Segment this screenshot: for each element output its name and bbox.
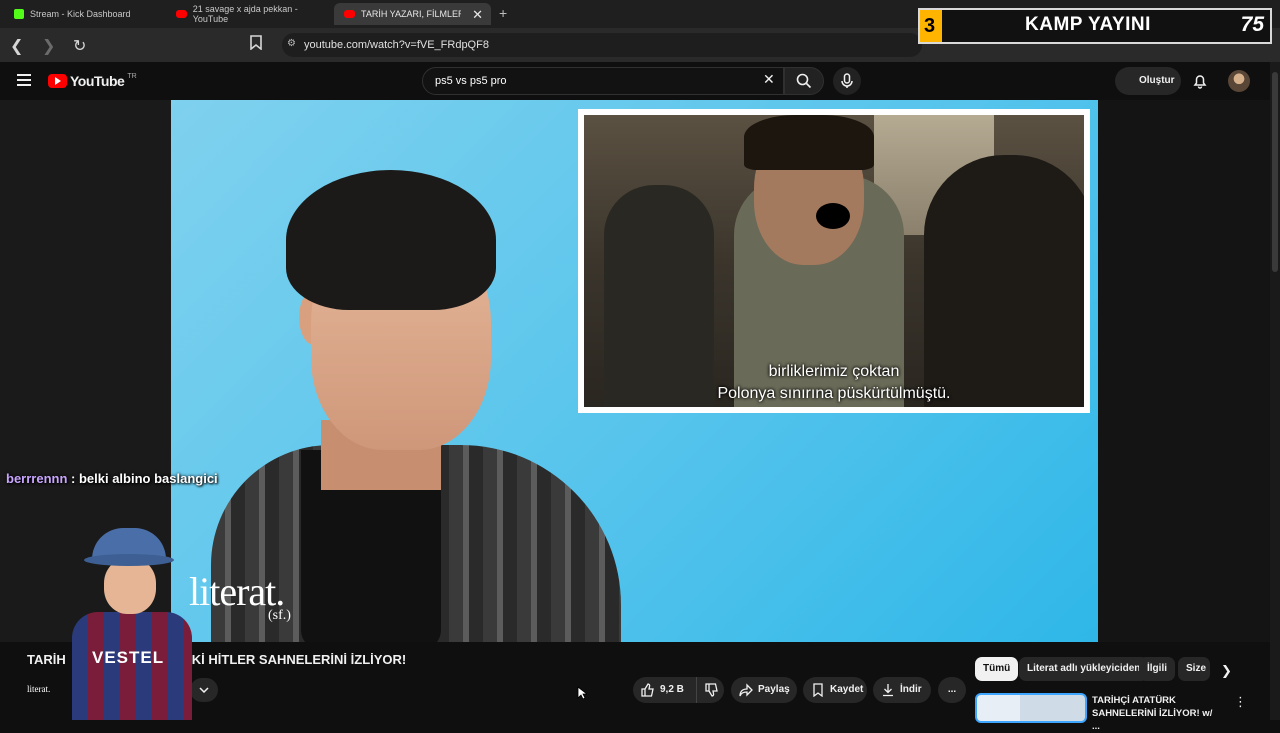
chevron-right-icon[interactable]: ❯	[1221, 663, 1232, 679]
site-info-icon[interactable]: ⚙	[287, 38, 296, 49]
back-icon[interactable]: ❮	[10, 36, 23, 56]
download-label: İndir	[900, 684, 922, 695]
chip-related[interactable]: İlgili	[1139, 657, 1175, 681]
share-button[interactable]: Paylaş	[731, 677, 797, 703]
create-button[interactable]: Oluştur	[1115, 67, 1181, 95]
movie-officer-hair	[744, 115, 874, 170]
subtitle-line-2: Polonya sınırına püskürtülmüştü.	[717, 385, 951, 402]
overlay-title: KAMP YAYINI	[1025, 14, 1151, 35]
chevron-down-icon	[199, 687, 209, 693]
tab-label: TARİH YAZARI, FİLMLERDEK	[361, 9, 461, 19]
reload-icon[interactable]: ↻	[73, 36, 86, 56]
overlay-number: 3	[920, 10, 942, 42]
chip-all[interactable]: Tümü	[975, 657, 1019, 681]
tab-kick-dashboard[interactable]: Stream - Kick Dashboard	[4, 3, 164, 25]
tab-label: Stream - Kick Dashboard	[30, 9, 131, 19]
search-icon	[796, 73, 812, 89]
more-icon: ...	[947, 684, 957, 695]
download-icon	[883, 684, 893, 697]
channel-avatar[interactable]: literat.	[27, 678, 57, 700]
shirt-sponsor-text: VESTEL	[92, 648, 165, 667]
scrollbar-thumb[interactable]	[1272, 72, 1278, 272]
chat-message: berrrennn : belki albino baslangici	[6, 471, 218, 486]
channel-watermark-sub: (sf.)	[268, 608, 291, 623]
video-player[interactable]: literat. (sf.) birliklerimiz çoktan Polo…	[171, 100, 1098, 642]
recommendation-thumbnail[interactable]	[975, 693, 1087, 723]
bookmark-icon[interactable]	[250, 35, 262, 55]
voice-search-button[interactable]	[833, 67, 861, 95]
save-label: Kaydet	[830, 684, 864, 695]
new-tab-button[interactable]: +	[499, 5, 507, 21]
chat-text: : belki albino baslangici	[67, 471, 218, 486]
microphone-icon	[841, 73, 853, 88]
save-button[interactable]: Kaydet	[803, 677, 867, 703]
kid-face	[104, 558, 156, 614]
url-field[interactable]: youtube.com/watch?v=fVE_FRdpQF8	[282, 33, 922, 57]
notifications-bell-icon[interactable]	[1193, 73, 1207, 89]
like-count: 9,2 B	[660, 684, 684, 695]
youtube-icon	[176, 10, 187, 18]
like-button[interactable]: 9,2 B	[633, 677, 696, 703]
youtube-icon	[344, 10, 355, 18]
close-icon[interactable]: ✕	[472, 7, 483, 23]
eyepatch	[816, 203, 850, 229]
tab-current-video[interactable]: TARİH YAZARI, FİLMLERDEK ✕	[334, 3, 491, 25]
chip-for-you[interactable]: Size	[1178, 657, 1210, 681]
youtube-wordmark: YouTube	[70, 73, 125, 89]
video-title-end: Kİ HİTLER SAHNELERİNİ İZLİYOR!	[191, 652, 407, 667]
region-code: TR	[127, 72, 137, 80]
chip-from-uploader[interactable]: Literat adlı yükleyiciden	[1019, 657, 1149, 681]
tab-youtube-music[interactable]: 21 savage x ajda pekkan - YouTube	[166, 3, 332, 25]
recommendation-title[interactable]: TARİHÇİ ATATÜRK SAHNELERİNİ İZLİYOR! w/ …	[1092, 694, 1220, 733]
kid-hat-brim	[84, 554, 174, 566]
account-avatar[interactable]	[1228, 70, 1250, 92]
search-input[interactable]: ps5 vs ps5 pro	[422, 67, 784, 95]
thumbs-down-icon	[705, 683, 718, 697]
tab-label: 21 savage x ajda pekkan - YouTube	[192, 4, 298, 24]
kick-icon	[14, 9, 24, 19]
forward-icon[interactable]: ❯	[42, 36, 55, 56]
mouse-cursor-icon	[577, 686, 587, 700]
chat-username: berrrennn	[6, 471, 68, 486]
dislike-button[interactable]	[696, 677, 724, 703]
thumbs-up-icon	[641, 683, 654, 697]
youtube-header: YouTube TR ps5 vs ps5 pro ✕ + Oluştur	[0, 62, 1280, 100]
clear-search-icon[interactable]: ✕	[763, 71, 775, 88]
download-button[interactable]: İndir	[873, 677, 931, 703]
bookmark-icon	[813, 683, 823, 697]
search-button[interactable]	[784, 67, 824, 95]
more-vertical-icon[interactable]: ⋮	[1234, 694, 1247, 710]
stream-title-overlay: 3 KAMP YAYINI 75	[918, 8, 1272, 44]
youtube-logo[interactable]: YouTube TR	[48, 73, 137, 89]
share-label: Paylaş	[758, 684, 790, 695]
right-margin	[1098, 100, 1270, 642]
movie-clip-inset: birliklerimiz çoktan Polonya sınırına pü…	[578, 109, 1090, 413]
subtitle-line-1: birliklerimiz çoktan	[768, 363, 900, 380]
overlay-count: 75	[1240, 13, 1264, 36]
streamer-cam-overlay: VESTEL	[62, 528, 198, 720]
more-actions-button[interactable]: ...	[938, 677, 966, 703]
share-icon	[739, 683, 753, 697]
hamburger-menu-icon[interactable]	[17, 74, 31, 86]
youtube-play-icon	[48, 74, 67, 88]
person-hair	[286, 170, 496, 310]
video-title-start: TARİH	[27, 652, 66, 667]
